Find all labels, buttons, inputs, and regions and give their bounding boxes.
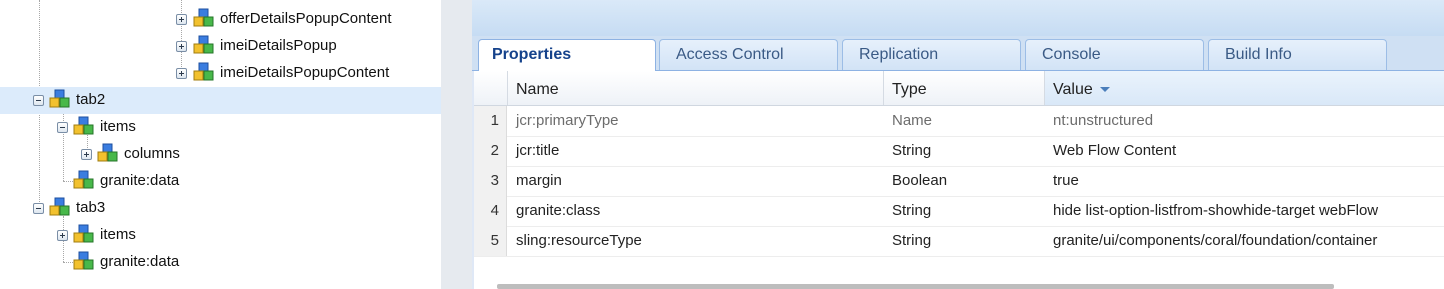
header-row-number: [474, 71, 507, 105]
node-cubes-icon: [73, 251, 94, 270]
node-cubes-icon: [193, 62, 214, 81]
content-tree: offerDetailsPopupContent imeiDetailsPopu…: [0, 0, 441, 289]
row-number: 3: [474, 166, 507, 196]
expand-plus-icon[interactable]: [176, 68, 187, 79]
table-row[interactable]: 1 jcr:primaryType Name nt:unstructured: [474, 106, 1444, 137]
tree-node-offer-details-popup-content[interactable]: offerDetailsPopupContent: [0, 6, 441, 33]
table-row[interactable]: 5 sling:resourceType String granite/ui/c…: [474, 226, 1444, 257]
collapse-minus-icon[interactable]: [33, 203, 44, 214]
tree-node-tab2-items[interactable]: items: [0, 114, 441, 141]
column-header-name[interactable]: Name: [507, 71, 883, 105]
expand-plus-icon[interactable]: [57, 230, 68, 241]
tree-node-tab2-granite-data[interactable]: granite:data: [0, 168, 441, 195]
property-name: sling:resourceType: [516, 232, 642, 249]
property-type: String: [892, 142, 932, 159]
tree-node-tab2-columns[interactable]: columns: [0, 141, 441, 168]
tab-replication[interactable]: Replication: [842, 39, 1021, 70]
expand-plus-icon[interactable]: [176, 41, 187, 52]
table-row[interactable]: 2 jcr:title String Web Flow Content: [474, 136, 1444, 167]
grid-header: Name Type Value: [474, 71, 1444, 106]
tree-guide-line: [63, 181, 73, 182]
sort-descending-icon[interactable]: [1099, 87, 1110, 93]
tree-node-label: granite:data: [100, 172, 180, 189]
node-cubes-icon: [73, 116, 94, 135]
property-value: Web Flow Content: [1053, 142, 1177, 159]
tree-node-label: granite:data: [100, 253, 180, 270]
expand-plus-icon[interactable]: [176, 14, 187, 25]
tree-node-label: tab2: [76, 91, 106, 108]
tree-node-label: columns: [124, 145, 180, 162]
tree-node-tab2[interactable]: tab2: [0, 87, 441, 114]
properties-grid: Name Type Value 1 jcr:primaryType Name n…: [474, 71, 1444, 289]
property-value: true: [1053, 172, 1079, 189]
property-name: jcr:primaryType: [516, 112, 619, 129]
collapse-minus-icon[interactable]: [33, 95, 44, 106]
tab-properties[interactable]: Properties: [478, 39, 656, 71]
row-number: 2: [474, 136, 507, 166]
row-number: 5: [474, 226, 507, 256]
tree-node-label: offerDetailsPopupContent: [220, 10, 392, 27]
node-cubes-icon: [49, 89, 70, 108]
tree-node-label: imeiDetailsPopupContent: [220, 64, 390, 81]
tree-node-label: items: [100, 226, 136, 243]
property-name: margin: [516, 172, 562, 189]
collapse-minus-icon[interactable]: [57, 122, 68, 133]
tab-console[interactable]: Console: [1025, 39, 1204, 70]
tree-node-imei-details-popup-content[interactable]: imeiDetailsPopupContent: [0, 60, 441, 87]
column-header-name-label: Name: [516, 81, 559, 98]
property-name: granite:class: [516, 202, 601, 219]
node-cubes-icon: [73, 170, 94, 189]
panel-header: [472, 0, 1444, 37]
tree-node-tab3-granite-data[interactable]: granite:data: [0, 249, 441, 276]
column-header-type-label: Type: [892, 81, 927, 98]
property-type: Boolean: [892, 172, 948, 189]
row-number: 1: [474, 106, 507, 136]
tree-node-tab3[interactable]: tab3: [0, 195, 441, 222]
property-type: String: [892, 232, 932, 249]
node-cubes-icon: [49, 197, 70, 216]
properties-panel: Properties Access Control Replication Co…: [472, 0, 1444, 289]
tree-node-label: tab3: [76, 199, 106, 216]
column-header-value[interactable]: Value: [1044, 71, 1444, 105]
tree-node-label: imeiDetailsPopup: [220, 37, 337, 54]
property-value: hide list-option-listfrom-showhide-targe…: [1053, 202, 1379, 219]
tab-access-control[interactable]: Access Control: [659, 39, 838, 70]
column-header-value-label: Value: [1053, 81, 1093, 98]
property-name: jcr:title: [516, 142, 560, 159]
property-type: String: [892, 202, 932, 219]
expand-plus-icon[interactable]: [81, 149, 92, 160]
property-type: Name: [892, 112, 933, 129]
column-header-type[interactable]: Type: [883, 71, 1044, 105]
node-cubes-icon: [97, 143, 118, 162]
table-row[interactable]: 4 granite:class String hide list-option-…: [474, 196, 1444, 227]
node-cubes-icon: [193, 35, 214, 54]
row-number: 4: [474, 196, 507, 226]
tree-node-tab3-items[interactable]: items: [0, 222, 441, 249]
node-cubes-icon: [193, 8, 214, 27]
property-value: nt:unstructured: [1053, 112, 1154, 129]
tab-strip: Properties Access Control Replication Co…: [472, 36, 1444, 71]
horizontal-scrollbar[interactable]: [497, 284, 1334, 289]
node-cubes-icon: [73, 224, 94, 243]
tree-guide-line: [63, 262, 73, 263]
tree-node-label: items: [100, 118, 136, 135]
property-value: granite/ui/components/coral/foundation/c…: [1053, 232, 1378, 249]
tree-node-imei-details-popup[interactable]: imeiDetailsPopup: [0, 33, 441, 60]
tab-build-info[interactable]: Build Info: [1208, 39, 1387, 70]
panel-splitter[interactable]: [441, 0, 473, 289]
table-row[interactable]: 3 margin Boolean true: [474, 166, 1444, 197]
